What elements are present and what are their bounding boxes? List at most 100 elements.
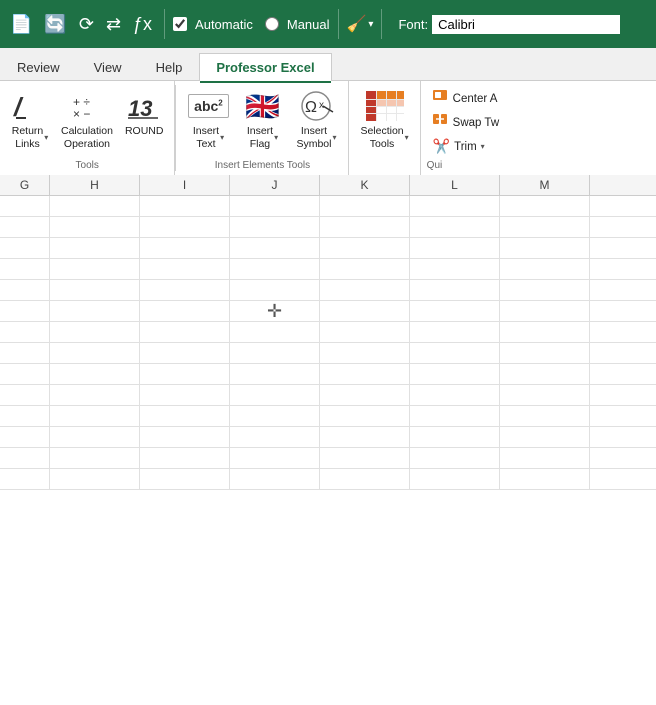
grid-cell-I9[interactable] [140, 364, 230, 384]
grid-cell-I8[interactable] [140, 343, 230, 363]
grid-cell-H1[interactable] [50, 196, 140, 216]
grid-cell-K5[interactable] [320, 280, 410, 300]
grid-row[interactable] [0, 427, 656, 448]
grid-cell-H8[interactable] [50, 343, 140, 363]
grid-cell-I3[interactable] [140, 238, 230, 258]
grid-row[interactable] [0, 448, 656, 469]
grid-row[interactable] [0, 322, 656, 343]
grid-cell-I1[interactable] [140, 196, 230, 216]
grid-cell-J10[interactable] [230, 385, 320, 405]
grid-cell-G13[interactable] [0, 448, 50, 468]
return-links-button[interactable]: / ReturnLinks ▾ [6, 87, 54, 152]
compare-icon[interactable]: ⇄ [102, 12, 125, 37]
grid-cell-J11[interactable] [230, 406, 320, 426]
grid-cell-M12[interactable] [500, 427, 590, 447]
grid-cell-G8[interactable] [0, 343, 50, 363]
grid-cell-I14[interactable] [140, 469, 230, 489]
grid-cell-M3[interactable] [500, 238, 590, 258]
grid-row[interactable] [0, 469, 656, 490]
refresh-icon[interactable]: ⟳ [75, 12, 98, 37]
circular-arrow-icon[interactable]: 🔄 [40, 12, 70, 37]
grid-cell-I10[interactable] [140, 385, 230, 405]
grid-row[interactable] [0, 385, 656, 406]
grid-cell-L10[interactable] [410, 385, 500, 405]
grid-cell-J5[interactable] [230, 280, 320, 300]
grid-cell-G9[interactable] [0, 364, 50, 384]
grid-row[interactable] [0, 217, 656, 238]
grid-cell-K10[interactable] [320, 385, 410, 405]
grid-cell-J4[interactable] [230, 259, 320, 279]
grid-cell-M1[interactable] [500, 196, 590, 216]
grid-cell-M2[interactable] [500, 217, 590, 237]
selection-tools-button[interactable]: SelectionTools ▾ [355, 87, 413, 152]
grid-cell-J14[interactable] [230, 469, 320, 489]
swap-two-button[interactable]: Swap Tw [427, 111, 505, 134]
round-button[interactable]: 13 ROUND [120, 87, 169, 140]
grid-cell-L8[interactable] [410, 343, 500, 363]
trim-button[interactable]: ✂️ Trim ▾ [427, 135, 505, 158]
grid-cell-L14[interactable] [410, 469, 500, 489]
grid-cell-G7[interactable] [0, 322, 50, 342]
grid-cell-G2[interactable] [0, 217, 50, 237]
grid-cell-G6[interactable] [0, 301, 50, 321]
formula-icon[interactable]: ƒx [129, 12, 156, 37]
grid-cell-M6[interactable] [500, 301, 590, 321]
grid-cell-I13[interactable] [140, 448, 230, 468]
grid-cell-M4[interactable] [500, 259, 590, 279]
insert-symbol-button[interactable]: Ω x InsertSymbol ▾ [290, 87, 342, 152]
insert-flag-button[interactable]: 🇬🇧 InsertFlag ▾ [236, 87, 288, 152]
center-a-button[interactable]: Center A [427, 87, 505, 110]
grid-cell-G1[interactable] [0, 196, 50, 216]
grid-cell-K9[interactable] [320, 364, 410, 384]
grid-cell-J7[interactable] [230, 322, 320, 342]
grid-cell-J13[interactable] [230, 448, 320, 468]
tab-professor-excel[interactable]: Professor Excel [199, 53, 331, 81]
grid-cell-L1[interactable] [410, 196, 500, 216]
grid-cell-K14[interactable] [320, 469, 410, 489]
grid-cell-M14[interactable] [500, 469, 590, 489]
grid-cell-K7[interactable] [320, 322, 410, 342]
col-header-I[interactable]: I [140, 175, 230, 195]
grid-cell-M10[interactable] [500, 385, 590, 405]
grid-cell-H12[interactable] [50, 427, 140, 447]
grid-cell-H9[interactable] [50, 364, 140, 384]
grid-cell-M9[interactable] [500, 364, 590, 384]
font-input[interactable] [432, 15, 620, 34]
grid-cell-H5[interactable] [50, 280, 140, 300]
tab-view[interactable]: View [77, 53, 139, 81]
grid-cell-H2[interactable] [50, 217, 140, 237]
grid-cell-G4[interactable] [0, 259, 50, 279]
grid-cell-K6[interactable] [320, 301, 410, 321]
grid-cell-M13[interactable] [500, 448, 590, 468]
grid-cell-I2[interactable] [140, 217, 230, 237]
grid-row[interactable] [0, 238, 656, 259]
grid-row[interactable] [0, 196, 656, 217]
grid-cell-H7[interactable] [50, 322, 140, 342]
grid-cell-L3[interactable] [410, 238, 500, 258]
grid-cell-L9[interactable] [410, 364, 500, 384]
insert-text-button[interactable]: abc2 InsertText ▾ [182, 87, 234, 152]
grid-cell-H4[interactable] [50, 259, 140, 279]
grid-cell-G5[interactable] [0, 280, 50, 300]
col-header-J[interactable]: J [230, 175, 320, 195]
grid-cell-I5[interactable] [140, 280, 230, 300]
grid-cell-M8[interactable] [500, 343, 590, 363]
grid-cell-H6[interactable] [50, 301, 140, 321]
grid-cell-H13[interactable] [50, 448, 140, 468]
grid-cell-L12[interactable] [410, 427, 500, 447]
tab-help[interactable]: Help [139, 53, 200, 81]
grid-row[interactable] [0, 343, 656, 364]
grid-cell-J9[interactable] [230, 364, 320, 384]
grid-cell-H11[interactable] [50, 406, 140, 426]
grid-cell-J12[interactable] [230, 427, 320, 447]
grid-cell-L2[interactable] [410, 217, 500, 237]
grid-cell-K8[interactable] [320, 343, 410, 363]
grid-cell-K2[interactable] [320, 217, 410, 237]
grid-cell-M7[interactable] [500, 322, 590, 342]
grid-cell-G10[interactable] [0, 385, 50, 405]
grid-cell-L4[interactable] [410, 259, 500, 279]
file-icon[interactable]: 📄 [6, 12, 36, 37]
manual-radio[interactable] [265, 17, 279, 31]
grid-row[interactable]: ✛ [0, 301, 656, 322]
grid-cell-L6[interactable] [410, 301, 500, 321]
